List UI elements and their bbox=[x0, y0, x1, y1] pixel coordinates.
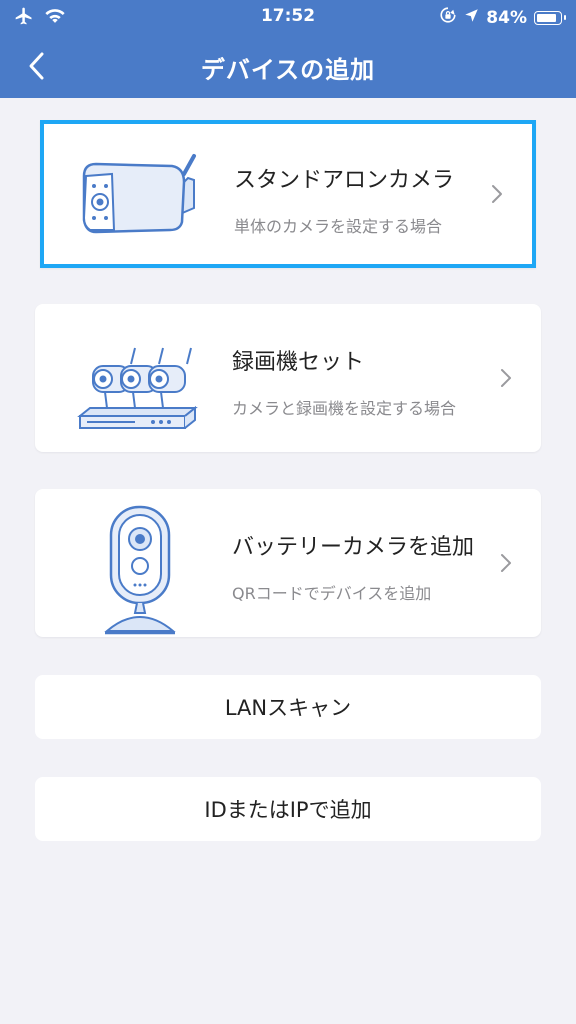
chevron-right-icon bbox=[490, 182, 504, 206]
card-title: バッテリーカメラを追加 bbox=[232, 535, 475, 560]
chevron-right-icon bbox=[499, 366, 513, 390]
status-right: 84% bbox=[439, 6, 566, 29]
card-subtitle: 単体のカメラを設定する場合 bbox=[234, 217, 443, 236]
card-subtitle: QRコードでデバイスを追加 bbox=[232, 584, 432, 603]
header: 17:52 84% デバイスの追加 bbox=[0, 0, 576, 98]
battery-camera-icon bbox=[75, 503, 205, 635]
nvr-kit-icon bbox=[75, 318, 205, 438]
card-subtitle: カメラと録画機を設定する場合 bbox=[232, 399, 457, 418]
nvr-set-card[interactable]: 録画機セット カメラと録画機を設定する場合 bbox=[35, 304, 541, 452]
battery-percent: 84% bbox=[486, 7, 527, 28]
card-title: 録画機セット bbox=[232, 350, 365, 375]
chevron-right-icon bbox=[499, 551, 513, 575]
battery-icon bbox=[534, 10, 566, 25]
card-title: スタンドアロンカメラ bbox=[234, 168, 455, 193]
lan-scan-button[interactable]: LANスキャン bbox=[35, 675, 541, 739]
battery-camera-card[interactable]: バッテリーカメラを追加 QRコードでデバイスを追加 bbox=[35, 489, 541, 637]
status-bar: 17:52 84% bbox=[0, 0, 576, 34]
bullet-camera-icon bbox=[76, 134, 206, 254]
page-title: デバイスの追加 bbox=[200, 56, 376, 84]
standalone-camera-card[interactable]: スタンドアロンカメラ 単体のカメラを設定する場合 bbox=[40, 120, 536, 268]
location-icon bbox=[464, 8, 479, 28]
add-by-id-ip-button[interactable]: IDまたはIPで追加 bbox=[35, 777, 541, 841]
rotation-lock-icon bbox=[439, 6, 457, 29]
